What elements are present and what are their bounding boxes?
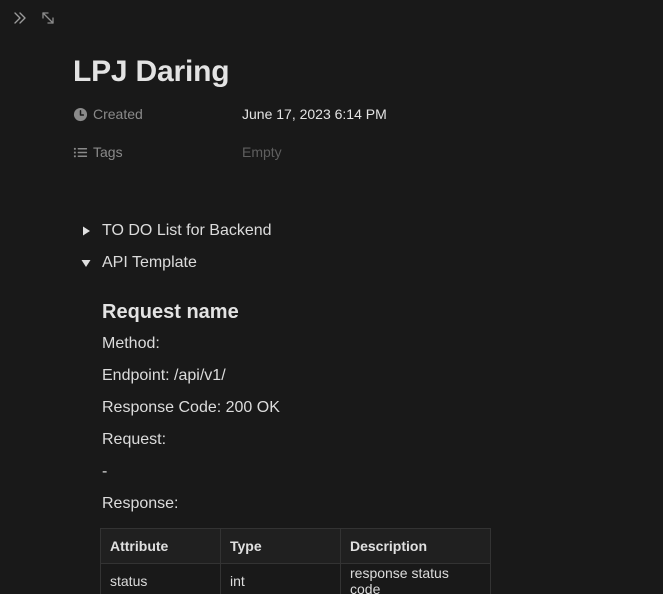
property-tags-name[interactable]: Tags [73, 144, 242, 160]
table-header-attribute[interactable]: Attribute [100, 528, 221, 564]
table-header-description[interactable]: Description [340, 528, 491, 564]
clock-icon [73, 107, 88, 121]
request-name-heading[interactable]: Request name [102, 296, 502, 328]
response-line[interactable]: Response: [102, 488, 502, 520]
request-line[interactable]: Request: [102, 424, 502, 456]
api-template-content: Request name Method: Endpoint: /api/v1/ … [102, 296, 502, 520]
response-code-line[interactable]: Response Code: 200 OK [102, 392, 502, 424]
toggle-todo-list: TO DO List for Backend [78, 220, 272, 242]
property-created-value: June 17, 2023 6:14 PM [242, 106, 387, 122]
property-created-label: Created [93, 106, 143, 122]
triangle-down-icon[interactable] [78, 255, 94, 271]
table-cell-type[interactable]: int [220, 563, 341, 594]
page-title[interactable]: LPJ Daring [73, 52, 230, 92]
triangle-right-icon[interactable] [78, 223, 94, 239]
property-tags: Tags Empty [73, 141, 282, 163]
property-created: Created June 17, 2023 6:14 PM [73, 103, 387, 125]
property-tags-value[interactable]: Empty [242, 144, 282, 160]
toggle-todo-label[interactable]: TO DO List for Backend [102, 222, 272, 240]
table-cell-attribute[interactable]: status [100, 563, 221, 594]
property-created-name[interactable]: Created [73, 106, 242, 122]
property-tags-label: Tags [93, 144, 123, 160]
double-chevron-right-icon[interactable] [8, 6, 32, 30]
toggle-api-template: API Template [78, 252, 197, 274]
table-row: status int response status code [100, 563, 491, 594]
list-icon [73, 147, 88, 157]
table-header-row: Attribute Type Description [100, 528, 491, 564]
table-cell-description[interactable]: response status code [340, 563, 491, 594]
toggle-api-label[interactable]: API Template [102, 254, 197, 272]
expand-diagonal-icon[interactable] [36, 6, 60, 30]
topbar [8, 6, 60, 30]
response-attributes-table: Attribute Type Description status int re… [100, 528, 491, 594]
notion-page: LPJ Daring Created June 17, 2023 6:14 PM… [0, 0, 663, 594]
request-body-line[interactable]: - [102, 456, 502, 488]
table-header-type[interactable]: Type [220, 528, 341, 564]
method-line[interactable]: Method: [102, 328, 502, 360]
endpoint-line[interactable]: Endpoint: /api/v1/ [102, 360, 502, 392]
